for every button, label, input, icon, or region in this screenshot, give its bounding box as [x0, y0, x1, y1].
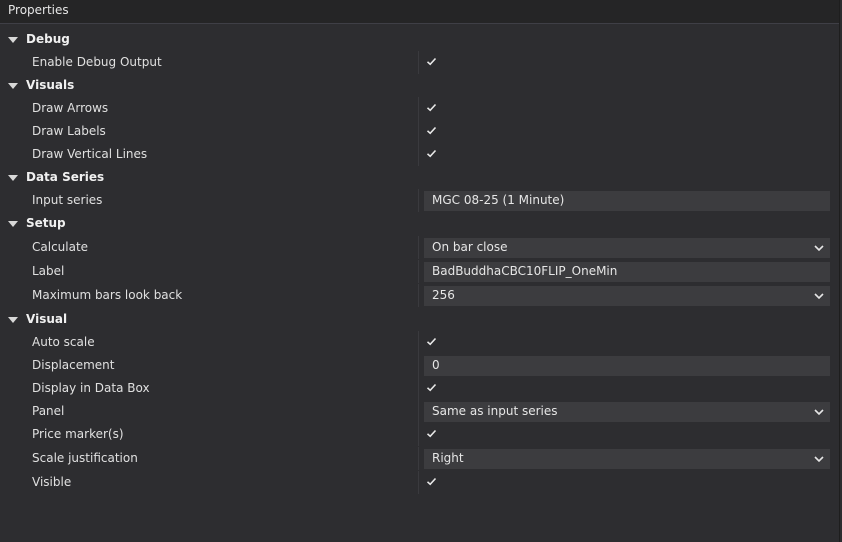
property-label: Price marker(s)	[32, 427, 124, 441]
column-divider[interactable]	[418, 143, 419, 166]
property-label: Panel	[32, 404, 65, 418]
draw-vertical-lines-checkbox[interactable]	[426, 148, 437, 159]
label-input[interactable]: BadBuddhaCBC10FLIP_OneMin	[424, 262, 830, 282]
category-data-series[interactable]: Data Series	[0, 166, 839, 189]
category-visual[interactable]: Visual	[0, 308, 839, 331]
category-label: Visual	[26, 312, 68, 326]
chevron-down-icon[interactable]	[813, 242, 825, 254]
column-divider[interactable]	[418, 236, 419, 259]
property-row-draw-vertical-lines: Draw Vertical Lines	[0, 143, 839, 166]
checkmark-icon	[426, 477, 437, 486]
category-debug[interactable]: Debug	[0, 28, 839, 51]
property-row-calculate: Calculate On bar close	[0, 236, 839, 259]
collapse-arrow-icon[interactable]	[8, 37, 18, 43]
properties-titlebar: Properties	[0, 0, 839, 24]
column-divider[interactable]	[418, 423, 419, 446]
collapse-arrow-icon[interactable]	[8, 175, 18, 181]
checkmark-icon	[426, 149, 437, 158]
column-divider[interactable]	[418, 120, 419, 143]
property-label: Auto scale	[32, 335, 95, 349]
maximum-bars-look-back-select[interactable]: 256	[424, 286, 830, 306]
collapse-arrow-icon[interactable]	[8, 317, 18, 323]
property-label: Draw Arrows	[32, 101, 109, 115]
column-divider[interactable]	[418, 260, 419, 283]
enable-debug-output-checkbox[interactable]	[426, 56, 437, 67]
property-label: Visible	[32, 475, 72, 489]
property-row-visible: Visible	[0, 471, 839, 494]
property-row-display-in-data-box: Display in Data Box	[0, 377, 839, 400]
chevron-down-icon[interactable]	[813, 290, 825, 302]
properties-panel: Properties Debug Enable Debug Output Vis…	[0, 0, 840, 542]
calculate-select[interactable]: On bar close	[424, 238, 830, 258]
column-divider[interactable]	[418, 447, 419, 470]
property-label: Displacement	[32, 358, 115, 372]
column-divider[interactable]	[418, 51, 419, 74]
property-row-displacement: Displacement 0	[0, 354, 839, 377]
column-divider[interactable]	[418, 284, 419, 307]
category-label: Debug	[26, 32, 70, 46]
property-row-label: Label BadBuddhaCBC10FLIP_OneMin	[0, 260, 839, 283]
panel-select[interactable]: Same as input series	[424, 402, 830, 422]
input-series-field[interactable]: MGC 08-25 (1 Minute)	[424, 191, 830, 211]
collapse-arrow-icon[interactable]	[8, 221, 18, 227]
visible-checkbox[interactable]	[426, 476, 437, 487]
column-divider[interactable]	[418, 331, 419, 354]
column-divider[interactable]	[418, 97, 419, 120]
price-markers-checkbox[interactable]	[426, 428, 437, 439]
column-divider[interactable]	[418, 400, 419, 423]
checkmark-icon	[426, 337, 437, 346]
panel-title: Properties	[8, 3, 69, 17]
property-row-price-markers: Price marker(s)	[0, 423, 839, 446]
display-in-data-box-checkbox[interactable]	[426, 382, 437, 393]
checkmark-icon	[426, 429, 437, 438]
property-label: Label	[32, 264, 65, 278]
property-label: Input series	[32, 193, 103, 207]
property-label: Calculate	[32, 240, 89, 254]
select-value: Same as input series	[432, 404, 558, 418]
select-value: On bar close	[432, 240, 508, 254]
select-value: 256	[432, 288, 455, 302]
column-divider[interactable]	[418, 377, 419, 400]
checkmark-icon	[426, 383, 437, 392]
property-row-draw-labels: Draw Labels	[0, 120, 839, 143]
property-row-enable-debug-output: Enable Debug Output	[0, 51, 839, 74]
property-label: Enable Debug Output	[32, 55, 162, 69]
auto-scale-checkbox[interactable]	[426, 336, 437, 347]
property-label: Draw Vertical Lines	[32, 147, 148, 161]
chevron-down-icon[interactable]	[813, 453, 825, 465]
draw-arrows-checkbox[interactable]	[426, 102, 437, 113]
property-label: Scale justification	[32, 451, 138, 465]
property-row-draw-arrows: Draw Arrows	[0, 97, 839, 120]
property-label: Display in Data Box	[32, 381, 150, 395]
select-value: Right	[432, 451, 464, 465]
column-divider[interactable]	[418, 189, 419, 212]
chevron-down-icon[interactable]	[813, 406, 825, 418]
checkmark-icon	[426, 57, 437, 66]
collapse-arrow-icon[interactable]	[8, 83, 18, 89]
property-row-panel: Panel Same as input series	[0, 400, 839, 423]
displacement-input[interactable]: 0	[424, 356, 830, 376]
column-divider[interactable]	[418, 471, 419, 494]
column-divider[interactable]	[418, 354, 419, 377]
checkmark-icon	[426, 103, 437, 112]
category-label: Setup	[26, 216, 66, 230]
property-row-scale-justification: Scale justification Right	[0, 447, 839, 470]
checkmark-icon	[426, 126, 437, 135]
property-label: Maximum bars look back	[32, 288, 183, 302]
property-label: Draw Labels	[32, 124, 106, 138]
scale-justification-select[interactable]: Right	[424, 449, 830, 469]
property-row-input-series: Input series MGC 08-25 (1 Minute)	[0, 189, 839, 212]
property-row-maximum-bars-look-back: Maximum bars look back 256	[0, 284, 839, 307]
category-label: Data Series	[26, 170, 105, 184]
category-label: Visuals	[26, 78, 75, 92]
category-setup[interactable]: Setup	[0, 212, 839, 235]
category-visuals[interactable]: Visuals	[0, 74, 839, 97]
draw-labels-checkbox[interactable]	[426, 125, 437, 136]
property-row-auto-scale: Auto scale	[0, 331, 839, 354]
